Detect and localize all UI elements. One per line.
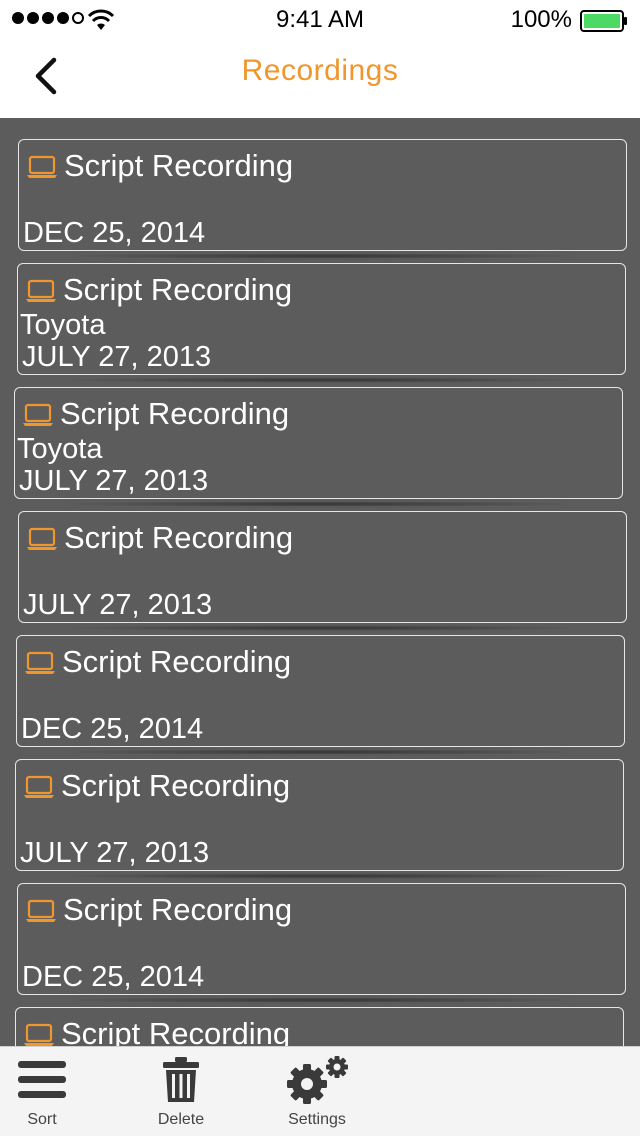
sort-button[interactable]: Sort (0, 1055, 92, 1129)
recording-subtitle: Toyota (17, 433, 103, 465)
delete-label: Delete (157, 1111, 205, 1128)
recording-card[interactable]: Script Recording JULY 27, 2013 (15, 759, 624, 879)
recording-date: DEC 25, 2014 (21, 713, 204, 745)
recording-title-row: Script Recording (27, 146, 293, 186)
trash-icon (163, 1057, 199, 1102)
navigation-bar: Recordings (0, 40, 640, 118)
gears-icon (287, 1056, 348, 1104)
recordings-list[interactable]: Script Recording DEC 25, 2014 Script Rec… (0, 118, 640, 1047)
laptop-icon (24, 1023, 54, 1046)
sort-label: Sort (27, 1111, 57, 1128)
recording-title-row: Script Recording (23, 394, 289, 434)
recording-date: DEC 25, 2014 (23, 217, 206, 249)
recording-card[interactable]: Script Recording DEC 25, 2014 (16, 635, 625, 755)
recording-date: DEC 25, 2014 (22, 961, 205, 993)
recording-card[interactable]: Script Recording JULY 27, 2013 (18, 511, 627, 631)
recording-title: Script Recording (60, 396, 290, 431)
laptop-icon (24, 775, 54, 798)
hamburger-menu-icon (18, 1061, 66, 1098)
recording-title: Script Recording (61, 768, 291, 803)
page-title: Recordings (241, 54, 399, 87)
recording-title: Script Recording (64, 520, 294, 555)
settings-button[interactable]: Settings (267, 1055, 367, 1129)
battery-percent: 100% (510, 6, 572, 33)
recording-title: Script Recording (62, 644, 292, 679)
battery-icon (580, 10, 627, 32)
recording-date: JULY 27, 2013 (23, 589, 213, 621)
recording-card[interactable]: Script Recording DEC 25, 2014 (17, 883, 626, 1003)
recording-title-row: Script Recording (26, 270, 292, 310)
recording-date: JULY 27, 2013 (19, 465, 209, 497)
recording-title: Script Recording (61, 1016, 291, 1047)
laptop-icon (23, 403, 53, 426)
laptop-icon (26, 279, 56, 302)
laptop-icon (27, 155, 57, 178)
recording-card[interactable]: Script Recording DEC 25, 2014 (18, 139, 627, 259)
recording-card[interactable]: Script Recording (15, 1007, 624, 1047)
laptop-icon (27, 527, 57, 550)
recording-card[interactable]: Script Recording Toyota JULY 27, 2013 (14, 387, 623, 507)
settings-label: Settings (288, 1111, 346, 1128)
recording-date: JULY 27, 2013 (22, 341, 212, 373)
recording-title-row: Script Recording (26, 890, 292, 930)
recording-title-row: Script Recording (27, 518, 293, 558)
recording-title-row: Script Recording (25, 642, 291, 682)
recording-card[interactable]: Script Recording Toyota JULY 27, 2013 (17, 263, 626, 383)
delete-button[interactable]: Delete (131, 1055, 231, 1129)
recording-subtitle: Toyota (20, 309, 106, 341)
recording-date: JULY 27, 2013 (20, 837, 210, 869)
recording-title: Script Recording (64, 148, 294, 183)
recording-title-row: Script Recording (24, 1014, 290, 1047)
recording-title-row: Script Recording (24, 766, 290, 806)
status-bar: 9:41 AM 100% (0, 0, 640, 40)
recordings-screen: 9:41 AM 100% Recordings Script Recording… (0, 0, 640, 1136)
bottom-toolbar: Sort Delete Settings (0, 1046, 640, 1136)
laptop-icon (25, 651, 55, 674)
laptop-icon (26, 899, 56, 922)
recording-title: Script Recording (63, 892, 293, 927)
recording-title: Script Recording (63, 272, 293, 307)
